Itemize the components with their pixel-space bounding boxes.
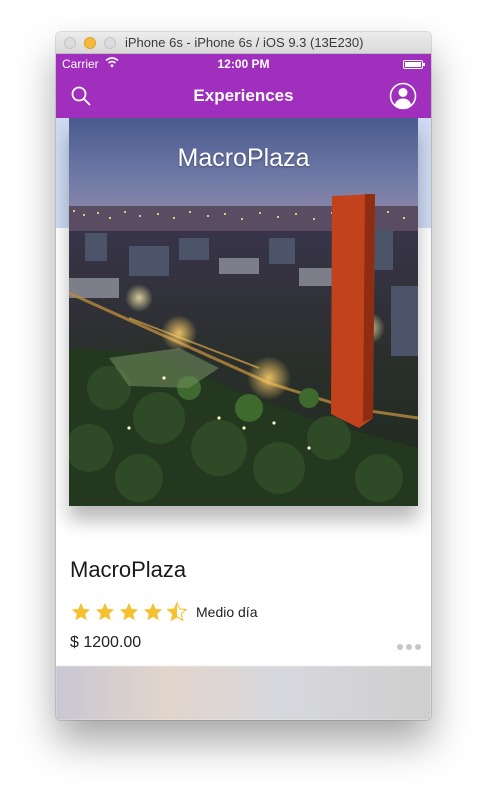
close-window-button[interactable] <box>64 37 76 49</box>
half-star-icon <box>166 601 188 622</box>
phone-screen: Carrier 12:00 PM Experiences MacroPlaza … <box>56 54 431 720</box>
experience-name: MacroPlaza <box>70 557 187 582</box>
navigation-bar: Experiences <box>56 74 431 118</box>
page-title: Experiences <box>193 86 294 105</box>
price-label: $ 1200.00 <box>70 634 142 651</box>
status-bar: Carrier 12:00 PM <box>56 54 431 74</box>
minimize-window-button[interactable] <box>84 37 96 49</box>
experience-hero-image[interactable]: MacroPlaza <box>69 118 418 506</box>
profile-icon[interactable] <box>389 82 417 110</box>
simulator-window: iPhone 6s - iPhone 6s / iOS 9.3 (13E230)… <box>56 32 431 720</box>
battery-icon <box>403 60 425 69</box>
star-icon <box>71 602 91 621</box>
star-icon <box>119 602 139 621</box>
more-options-icon[interactable] <box>397 644 421 650</box>
window-titlebar: iPhone 6s - iPhone 6s / iOS 9.3 (13E230) <box>56 32 431 54</box>
star-icon <box>95 602 115 621</box>
app-header: Carrier 12:00 PM Experiences <box>56 54 431 118</box>
city-night-image <box>69 118 418 506</box>
status-time: 12:00 PM <box>217 57 270 71</box>
window-title: iPhone 6s - iPhone 6s / iOS 9.3 (13E230) <box>125 35 364 50</box>
hero-title: MacroPlaza <box>177 144 310 172</box>
star-icon <box>143 602 163 621</box>
maximize-window-button[interactable] <box>104 37 116 49</box>
next-experience-card[interactable] <box>56 666 431 720</box>
duration-label: Medio día <box>196 604 258 620</box>
